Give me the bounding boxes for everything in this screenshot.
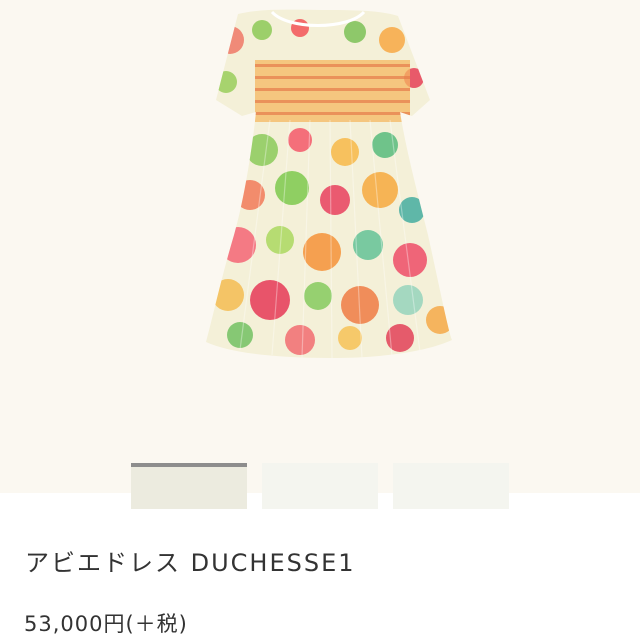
floral-dress-image: [206, 9, 452, 359]
thumbnail-3[interactable]: [393, 463, 509, 509]
product-title: アビエドレス DUCHESSE1: [25, 549, 356, 577]
product-image-area[interactable]: [0, 0, 640, 493]
product-price: 53,000円(＋税): [24, 612, 188, 636]
thumbnail-strip: [0, 463, 640, 511]
thumbnail-2[interactable]: [262, 463, 378, 509]
thumbnail-1[interactable]: [131, 463, 247, 509]
